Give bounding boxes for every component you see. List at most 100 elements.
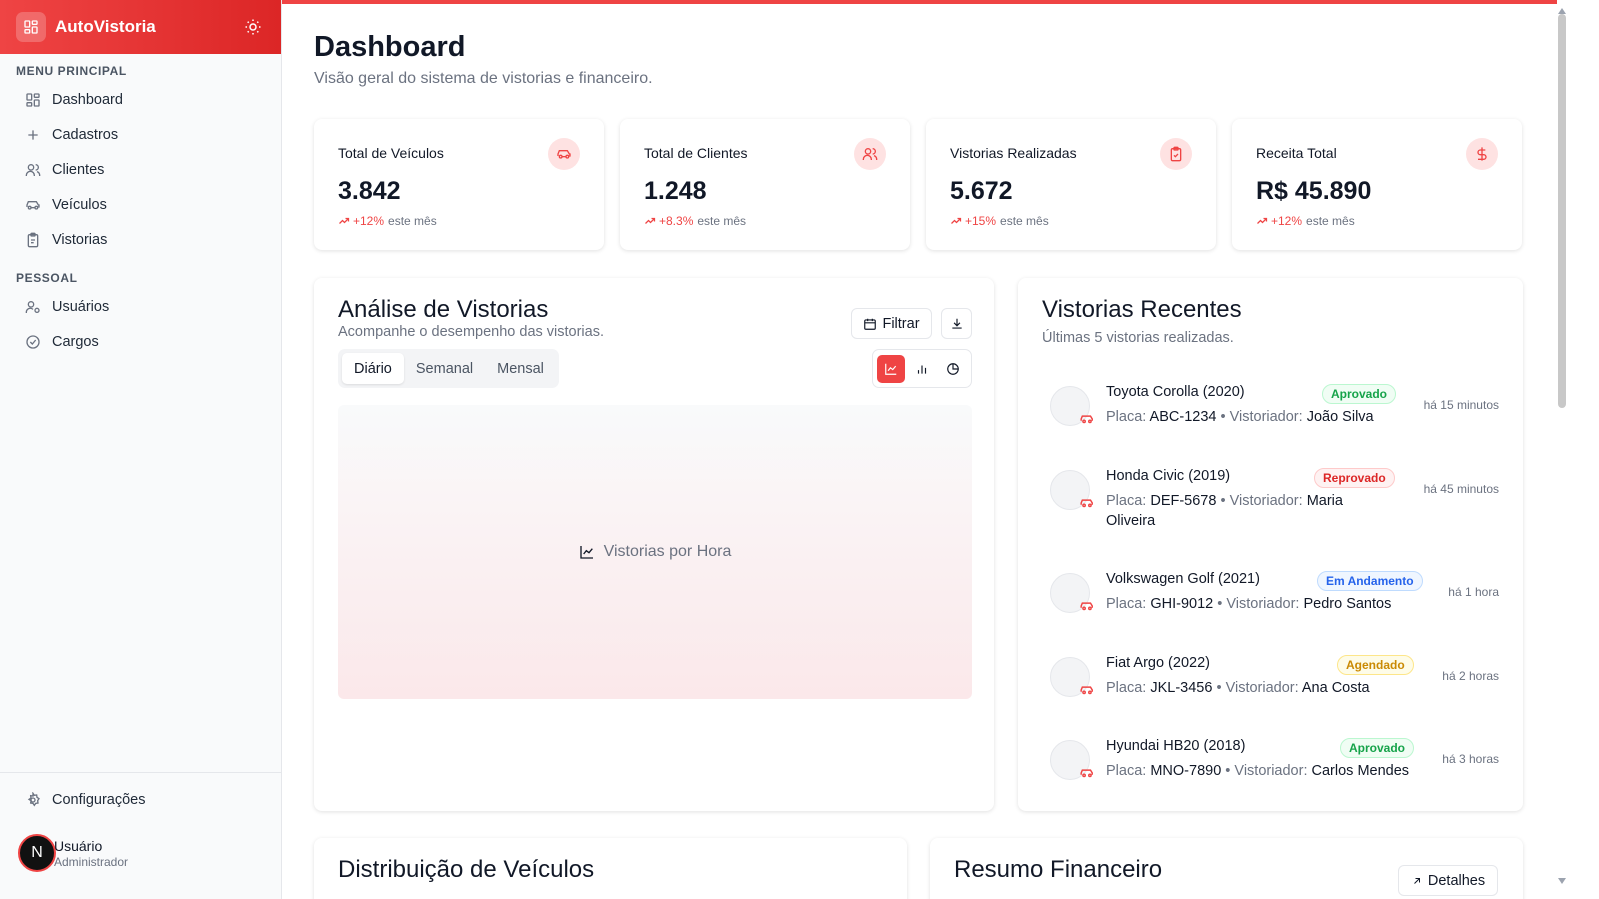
- line-chart-button[interactable]: [877, 354, 906, 383]
- list-item[interactable]: Volkswagen Golf (2021) Em Andamento Plac…: [1048, 567, 1499, 627]
- list-item[interactable]: Honda Civic (2019) Reprovado Placa: DEF-…: [1048, 464, 1499, 544]
- sidebar-item-label: Cadastros: [52, 126, 119, 143]
- distribution-title: Distribuição de Veículos: [338, 856, 595, 883]
- user-gear-icon: [25, 300, 40, 313]
- sidebar-item-clientes[interactable]: Clientes: [0, 152, 281, 187]
- inspector-value: Pedro Santos: [1303, 596, 1392, 612]
- dollar-icon: [1466, 138, 1498, 170]
- stat-trend: +8.3% este mês: [644, 214, 746, 228]
- filter-button[interactable]: Filtrar: [851, 308, 932, 339]
- trending-up-icon: [1257, 217, 1268, 224]
- stat-value: R$ 45.890: [1256, 177, 1372, 205]
- stat-label: Vistorias Realizadas: [950, 145, 1077, 161]
- sidebar-item-vistorias[interactable]: Vistorias: [0, 222, 281, 257]
- inspector-label: Vistoriador:: [1229, 409, 1303, 425]
- car-icon: [1080, 499, 1093, 508]
- sidebar-item-veiculos[interactable]: Veículos: [0, 187, 281, 222]
- plate-label: Placa:: [1106, 680, 1147, 696]
- user-role: Administrador: [54, 854, 129, 869]
- stat-trend: +15% este mês: [950, 214, 1049, 228]
- status-badge: Reprovado: [1314, 468, 1395, 488]
- scroll-down-arrow[interactable]: [1557, 872, 1567, 884]
- details-label: Detalhes: [1427, 872, 1486, 889]
- stat-change: +8.3%: [659, 214, 694, 228]
- inspection-time: há 3 horas: [1442, 752, 1499, 766]
- inspection-detail: Placa: ABC-1234 • Vistoriador: João Silv…: [1106, 409, 1374, 425]
- stat-value: 1.248: [644, 177, 707, 205]
- tab-diario[interactable]: Diário: [342, 353, 404, 384]
- trending-up-icon: [645, 217, 656, 224]
- plate-value: DEF-5678: [1150, 493, 1217, 509]
- stat-trend: +12% este mês: [338, 214, 437, 228]
- sidebar-footer: Configurações N Usuário Administrador: [0, 772, 281, 899]
- sidebar-item-configuracoes[interactable]: Configurações: [0, 782, 281, 817]
- bar-chart-button[interactable]: [908, 355, 936, 383]
- car-icon: [1080, 769, 1093, 778]
- download-button[interactable]: [941, 308, 972, 339]
- list-item[interactable]: Hyundai HB20 (2018) Aprovado Placa: MNO-…: [1048, 734, 1499, 794]
- tab-mensal[interactable]: Mensal: [485, 353, 556, 384]
- sidebar-item-cargos[interactable]: Cargos: [0, 324, 281, 359]
- recent-inspections-card: Vistorias Recentes Últimas 5 vistorias r…: [1018, 278, 1523, 811]
- list-item[interactable]: Fiat Argo (2022) Agendado Placa: JKL-345…: [1048, 651, 1499, 711]
- analysis-card: Análise de Vistorias Acompanhe o desempe…: [314, 278, 994, 811]
- stat-label: Total de Veículos: [338, 145, 444, 161]
- section-title-personal: PESSOAL: [16, 271, 78, 285]
- inspection-time: há 2 horas: [1442, 669, 1499, 683]
- car-icon: [548, 138, 580, 170]
- finance-title: Resumo Financeiro: [954, 856, 1163, 883]
- stat-suffix: este mês: [388, 214, 437, 228]
- sidebar-item-label: Dashboard: [52, 91, 123, 108]
- clipboard-check-icon: [1160, 138, 1192, 170]
- analysis-title: Análise de Vistorias: [338, 296, 549, 323]
- status-badge: Agendado: [1337, 655, 1414, 675]
- pie-chart-button[interactable]: [939, 355, 967, 383]
- recent-title: Vistorias Recentes: [1042, 296, 1242, 323]
- external-link-icon: [1414, 877, 1420, 884]
- stat-value: 5.672: [950, 177, 1013, 205]
- inspection-time: há 45 minutos: [1423, 482, 1499, 496]
- inspector-value: Carlos Mendes: [1311, 763, 1410, 779]
- stat-suffix: este mês: [1000, 214, 1049, 228]
- inspection-time: há 15 minutos: [1423, 398, 1499, 412]
- plate-value: ABC-1234: [1149, 409, 1217, 425]
- page-subtitle: Visão geral do sistema de vistorias e fi…: [314, 70, 653, 87]
- list-item[interactable]: Toyota Corolla (2020) Aprovado Placa: AB…: [1048, 380, 1499, 440]
- stat-label: Total de Clientes: [644, 145, 748, 161]
- plate-value: GHI-9012: [1150, 596, 1214, 612]
- details-button[interactable]: Detalhes: [1398, 865, 1498, 896]
- car-icon: [1080, 686, 1093, 695]
- analysis-subtitle: Acompanhe o desempenho das vistorias.: [338, 324, 604, 340]
- sun-icon[interactable]: [241, 15, 265, 39]
- tab-semanal[interactable]: Semanal: [404, 353, 485, 384]
- inspector-value: João Silva: [1306, 409, 1374, 425]
- chart-placeholder-label: Vistorias por Hora: [603, 543, 732, 560]
- sidebar: AutoVistoria MENU PRINCIPAL Dashboard Ca…: [0, 0, 282, 899]
- sidebar-item-usuarios[interactable]: Usuários: [0, 289, 281, 324]
- gear-icon: [27, 791, 40, 807]
- recent-subtitle: Últimas 5 vistorias realizadas.: [1042, 330, 1234, 346]
- check-circle-icon: [26, 334, 40, 349]
- sidebar-item-label: Veículos: [52, 196, 107, 213]
- stat-card-vehicles: Total de Veículos 3.842 +12% este mês: [314, 119, 604, 250]
- chart-placeholder: Vistorias por Hora: [338, 405, 972, 699]
- user-profile[interactable]: N Usuário Administrador: [0, 834, 281, 872]
- plate-label: Placa:: [1106, 763, 1147, 779]
- sidebar-item-cadastros[interactable]: Cadastros: [0, 117, 281, 152]
- inspector-label: Vistoriador:: [1226, 596, 1300, 612]
- users-icon: [854, 138, 886, 170]
- sidebar-item-label: Clientes: [52, 161, 105, 178]
- status-badge: Aprovado: [1340, 738, 1415, 758]
- trending-up-icon: [951, 217, 962, 224]
- stat-change: +12%: [353, 214, 385, 228]
- grid-icon: [26, 92, 40, 107]
- status-badge: Aprovado: [1322, 384, 1397, 404]
- scroll-up-arrow[interactable]: [1557, 2, 1567, 14]
- avatar: N: [18, 834, 56, 872]
- plate-label: Placa:: [1106, 596, 1147, 612]
- line-chart-icon: [579, 546, 593, 559]
- scrollbar-thumb[interactable]: [1558, 14, 1566, 408]
- sidebar-item-dashboard[interactable]: Dashboard: [0, 82, 281, 117]
- inspection-detail: Placa: JKL-3456 • Vistoriador: Ana Costa: [1106, 680, 1370, 696]
- stat-value: 3.842: [338, 177, 401, 205]
